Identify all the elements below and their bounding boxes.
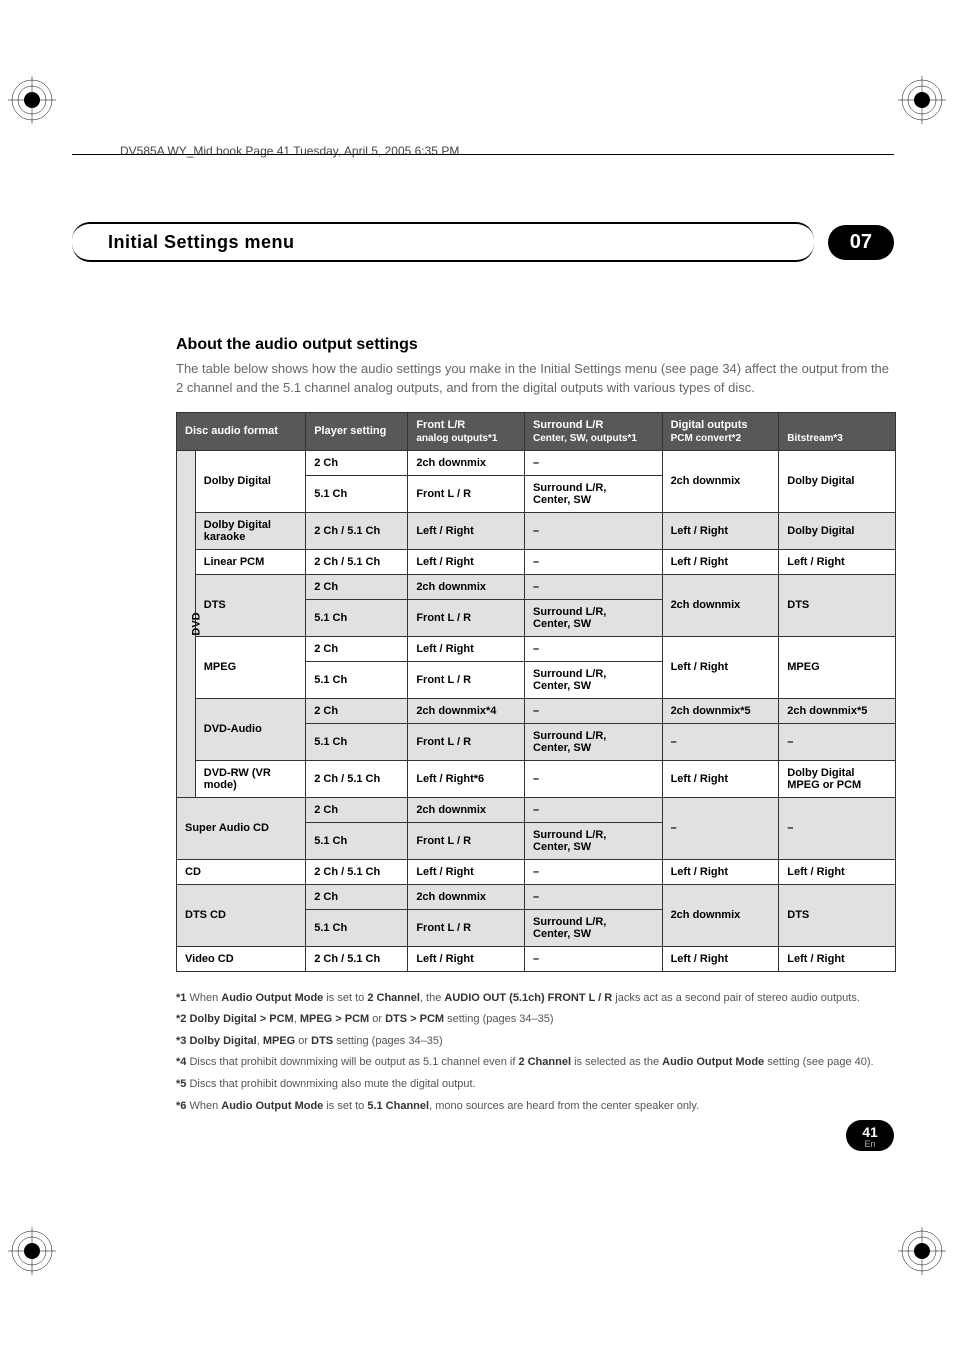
print-marker-icon [898,76,946,124]
table-row: DTS CD 2 Ch 2ch downmix – 2ch downmix DT… [177,884,896,909]
footnote-3: *3 Dolby Digital, MPEG or DTS setting (p… [176,1033,896,1051]
audio-output-table: Disc audio format Player setting Front L… [176,412,896,972]
table-row: Linear PCM 2 Ch / 5.1 Ch Left / Right – … [177,549,896,574]
page: DV585A WY_Mid.book Page 41 Tuesday, Apri… [0,0,954,1351]
th-bitstream: .Bitstream*3 [779,412,896,450]
footnote-6: *6 When Audio Output Mode is set to 5.1 … [176,1098,896,1116]
table-row: Dolby Digital karaoke 2 Ch / 5.1 Ch Left… [177,512,896,549]
header-note: DV585A WY_Mid.book Page 41 Tuesday, Apri… [120,144,459,158]
th-format: Disc audio format [177,412,306,450]
table-row: DVD Dolby Digital 2 Ch 2ch downmix – 2ch… [177,450,896,475]
footnote-5: *5 Discs that prohibit downmixing also m… [176,1076,896,1094]
th-pcm: Digital outputsPCM convert*2 [662,412,779,450]
table-row: Super Audio CD 2 Ch 2ch downmix – – – [177,797,896,822]
header-rule [72,154,894,155]
page-number-badge: 41 En [846,1120,894,1151]
dvd-group-label: DVD [177,450,196,797]
footnote-2: *2 Dolby Digital > PCM, MPEG > PCM or DT… [176,1011,896,1029]
page-lang: En [846,1139,894,1149]
print-marker-icon [8,76,56,124]
print-marker-icon [8,1227,56,1275]
subheading: About the audio output settings [176,336,896,354]
table-row: Video CD 2 Ch / 5.1 Ch Left / Right – Le… [177,946,896,971]
table-row: DVD-Audio 2 Ch 2ch downmix*4 – 2ch downm… [177,698,896,723]
intro-text: The table below shows how the audio sett… [176,360,896,398]
table-row: DTS 2 Ch 2ch downmix – 2ch downmix DTS [177,574,896,599]
table-row: DVD-RW (VR mode) 2 Ch / 5.1 Ch Left / Ri… [177,760,896,797]
th-player: Player setting [306,412,408,450]
footnote-4: *4 Discs that prohibit downmixing will b… [176,1054,896,1072]
chapter-badge: 07 [828,225,894,260]
page-number: 41 [846,1124,894,1140]
section-title: Initial Settings menu [108,232,295,253]
print-marker-icon [898,1227,946,1275]
content-area: About the audio output settings The tabl… [176,336,896,1119]
section-bar: Initial Settings menu 07 [72,222,894,262]
footnotes: *1 When Audio Output Mode is set to 2 Ch… [176,990,896,1116]
th-front: Front L/Ranalog outputs*1 [408,412,525,450]
table-row: MPEG 2 Ch Left / Right – Left / Right MP… [177,636,896,661]
table-row: CD 2 Ch / 5.1 Ch Left / Right – Left / R… [177,859,896,884]
footnote-1: *1 When Audio Output Mode is set to 2 Ch… [176,990,896,1008]
th-surround: Surround L/RCenter, SW, outputs*1 [525,412,663,450]
section-pill: Initial Settings menu [72,222,814,262]
